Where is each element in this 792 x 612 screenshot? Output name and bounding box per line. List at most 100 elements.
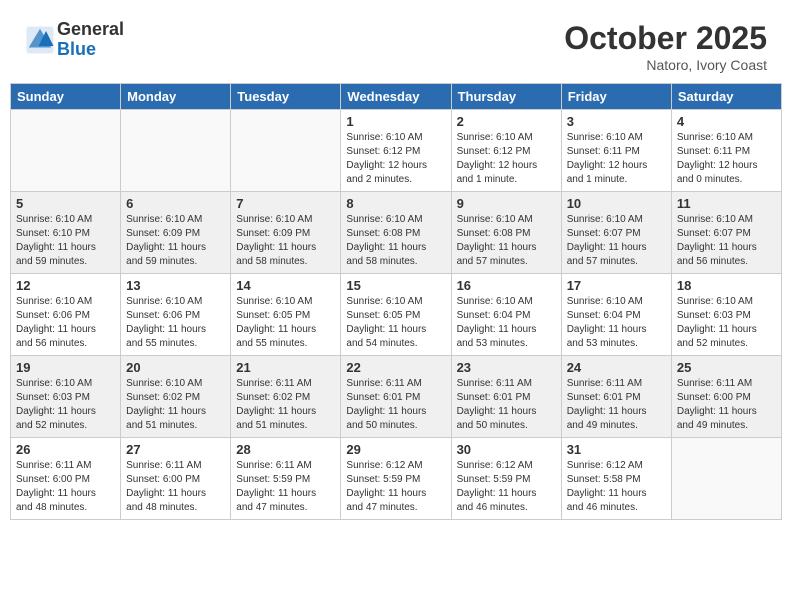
weekday-header: Sunday xyxy=(11,84,121,110)
day-number: 18 xyxy=(677,278,776,293)
day-number: 14 xyxy=(236,278,335,293)
calendar-day-cell: 2 Sunrise: 6:10 AMSunset: 6:12 PMDaylight… xyxy=(451,110,561,192)
day-info: Sunrise: 6:10 AMSunset: 6:11 PMDaylight:… xyxy=(567,131,666,187)
location-subtitle: Natoro, Ivory Coast xyxy=(564,57,767,73)
day-number: 10 xyxy=(567,196,666,211)
calendar-day-cell: 18 Sunrise: 6:10 AMSunset: 6:03 PMDayligh… xyxy=(671,274,781,356)
day-number: 29 xyxy=(346,442,445,457)
calendar-day-cell: 24Sunrise: 6:11 AMSunset: 6:01 PMDayligh… xyxy=(561,356,671,438)
day-info: Sunrise: 6:11 AMSunset: 6:01 PMDaylight:… xyxy=(457,377,556,433)
weekday-header: Tuesday xyxy=(231,84,341,110)
day-number: 13 xyxy=(126,278,225,293)
page-header: General Blue October 2025 Natoro, Ivory … xyxy=(10,10,782,78)
day-info: Sunrise: 6:10 AMSunset: 6:12 PMDaylight:… xyxy=(346,131,445,187)
calendar-day-cell: 7 Sunrise: 6:10 AMSunset: 6:09 PMDaylight… xyxy=(231,192,341,274)
calendar-day-cell: 17 Sunrise: 6:10 AMSunset: 6:04 PMDayligh… xyxy=(561,274,671,356)
day-info: Sunrise: 6:12 AMSunset: 5:59 PMDaylight:… xyxy=(457,459,556,515)
calendar-day-cell: 26 Sunrise: 6:11 AMSunset: 6:00 PMDayligh… xyxy=(11,438,121,520)
calendar-day-cell: 12 Sunrise: 6:10 AMSunset: 6:06 PMDayligh… xyxy=(11,274,121,356)
calendar-day-cell: 30 Sunrise: 6:12 AMSunset: 5:59 PMDayligh… xyxy=(451,438,561,520)
day-info: Sunrise: 6:11 AMSunset: 6:01 PMDaylight:… xyxy=(346,377,445,433)
day-number: 21 xyxy=(236,360,335,375)
day-number: 5 xyxy=(16,196,115,211)
calendar-table: SundayMondayTuesdayWednesdayThursdayFrid… xyxy=(10,83,782,520)
calendar-day-cell: 25Sunrise: 6:11 AMSunset: 6:00 PMDayligh… xyxy=(671,356,781,438)
calendar-day-cell xyxy=(231,110,341,192)
calendar-day-cell xyxy=(11,110,121,192)
day-number: 17 xyxy=(567,278,666,293)
day-info: Sunrise: 6:10 AMSunset: 6:09 PMDaylight:… xyxy=(236,213,335,269)
day-number: 16 xyxy=(457,278,556,293)
calendar-week-row: 26 Sunrise: 6:11 AMSunset: 6:00 PMDayligh… xyxy=(11,438,782,520)
day-number: 30 xyxy=(457,442,556,457)
weekday-header-row: SundayMondayTuesdayWednesdayThursdayFrid… xyxy=(11,84,782,110)
calendar-week-row: 19 Sunrise: 6:10 AMSunset: 6:03 PMDayligh… xyxy=(11,356,782,438)
day-number: 11 xyxy=(677,196,776,211)
day-number: 9 xyxy=(457,196,556,211)
day-info: Sunrise: 6:10 AMSunset: 6:12 PMDaylight:… xyxy=(457,131,556,187)
calendar-day-cell: 22 Sunrise: 6:11 AMSunset: 6:01 PMDayligh… xyxy=(341,356,451,438)
logo-general-text: General xyxy=(57,20,124,40)
day-number: 7 xyxy=(236,196,335,211)
logo-icon xyxy=(25,25,55,55)
day-number: 2 xyxy=(457,114,556,129)
day-number: 31 xyxy=(567,442,666,457)
day-info: Sunrise: 6:10 AMSunset: 6:02 PMDaylight:… xyxy=(126,377,225,433)
calendar-day-cell: 6Sunrise: 6:10 AMSunset: 6:09 PMDaylight… xyxy=(121,192,231,274)
calendar-day-cell xyxy=(121,110,231,192)
day-number: 23 xyxy=(457,360,556,375)
calendar-week-row: 5 Sunrise: 6:10 AMSunset: 6:10 PMDaylight… xyxy=(11,192,782,274)
calendar-day-cell: 9 Sunrise: 6:10 AMSunset: 6:08 PMDaylight… xyxy=(451,192,561,274)
day-info: Sunrise: 6:11 AMSunset: 5:59 PMDaylight:… xyxy=(236,459,335,515)
day-number: 24 xyxy=(567,360,666,375)
day-number: 27 xyxy=(126,442,225,457)
logo-blue-text: Blue xyxy=(57,40,124,60)
calendar-day-cell: 28 Sunrise: 6:11 AMSunset: 5:59 PMDayligh… xyxy=(231,438,341,520)
calendar-day-cell: 1Sunrise: 6:10 AMSunset: 6:12 PMDaylight… xyxy=(341,110,451,192)
day-info: Sunrise: 6:12 AMSunset: 5:59 PMDaylight:… xyxy=(346,459,445,515)
day-number: 28 xyxy=(236,442,335,457)
calendar-week-row: 12 Sunrise: 6:10 AMSunset: 6:06 PMDayligh… xyxy=(11,274,782,356)
calendar-day-cell: 14 Sunrise: 6:10 AMSunset: 6:05 PMDayligh… xyxy=(231,274,341,356)
calendar-day-cell: 10 Sunrise: 6:10 AMSunset: 6:07 PMDayligh… xyxy=(561,192,671,274)
day-info: Sunrise: 6:10 AMSunset: 6:03 PMDaylight:… xyxy=(16,377,115,433)
day-info: Sunrise: 6:10 AMSunset: 6:05 PMDaylight:… xyxy=(236,295,335,351)
day-info: Sunrise: 6:10 AMSunset: 6:05 PMDaylight:… xyxy=(346,295,445,351)
calendar-day-cell: 19 Sunrise: 6:10 AMSunset: 6:03 PMDayligh… xyxy=(11,356,121,438)
calendar-day-cell: 15 Sunrise: 6:10 AMSunset: 6:05 PMDayligh… xyxy=(341,274,451,356)
day-number: 19 xyxy=(16,360,115,375)
calendar-day-cell: 13Sunrise: 6:10 AMSunset: 6:06 PMDayligh… xyxy=(121,274,231,356)
day-info: Sunrise: 6:10 AMSunset: 6:09 PMDaylight:… xyxy=(126,213,225,269)
day-info: Sunrise: 6:10 AMSunset: 6:03 PMDaylight:… xyxy=(677,295,776,351)
month-title: October 2025 xyxy=(564,20,767,57)
day-info: Sunrise: 6:10 AMSunset: 6:08 PMDaylight:… xyxy=(457,213,556,269)
day-number: 26 xyxy=(16,442,115,457)
weekday-header: Wednesday xyxy=(341,84,451,110)
weekday-header: Friday xyxy=(561,84,671,110)
logo: General Blue xyxy=(25,20,124,60)
day-number: 8 xyxy=(346,196,445,211)
day-number: 15 xyxy=(346,278,445,293)
calendar-day-cell xyxy=(671,438,781,520)
day-info: Sunrise: 6:10 AMSunset: 6:10 PMDaylight:… xyxy=(16,213,115,269)
weekday-header: Monday xyxy=(121,84,231,110)
calendar-day-cell: 3Sunrise: 6:10 AMSunset: 6:11 PMDaylight… xyxy=(561,110,671,192)
calendar-day-cell: 4Sunrise: 6:10 AMSunset: 6:11 PMDaylight… xyxy=(671,110,781,192)
day-info: Sunrise: 6:11 AMSunset: 6:02 PMDaylight:… xyxy=(236,377,335,433)
day-info: Sunrise: 6:12 AMSunset: 5:58 PMDaylight:… xyxy=(567,459,666,515)
day-info: Sunrise: 6:10 AMSunset: 6:06 PMDaylight:… xyxy=(16,295,115,351)
calendar-day-cell: 5 Sunrise: 6:10 AMSunset: 6:10 PMDaylight… xyxy=(11,192,121,274)
calendar-day-cell: 31 Sunrise: 6:12 AMSunset: 5:58 PMDayligh… xyxy=(561,438,671,520)
day-info: Sunrise: 6:11 AMSunset: 6:00 PMDaylight:… xyxy=(677,377,776,433)
day-info: Sunrise: 6:10 AMSunset: 6:07 PMDaylight:… xyxy=(567,213,666,269)
day-info: Sunrise: 6:10 AMSunset: 6:04 PMDaylight:… xyxy=(567,295,666,351)
day-number: 22 xyxy=(346,360,445,375)
weekday-header: Saturday xyxy=(671,84,781,110)
calendar-day-cell: 20Sunrise: 6:10 AMSunset: 6:02 PMDayligh… xyxy=(121,356,231,438)
day-info: Sunrise: 6:11 AMSunset: 6:00 PMDaylight:… xyxy=(16,459,115,515)
day-number: 12 xyxy=(16,278,115,293)
day-info: Sunrise: 6:10 AMSunset: 6:08 PMDaylight:… xyxy=(346,213,445,269)
day-info: Sunrise: 6:11 AMSunset: 6:00 PMDaylight:… xyxy=(126,459,225,515)
weekday-header: Thursday xyxy=(451,84,561,110)
title-area: October 2025 Natoro, Ivory Coast xyxy=(564,20,767,73)
